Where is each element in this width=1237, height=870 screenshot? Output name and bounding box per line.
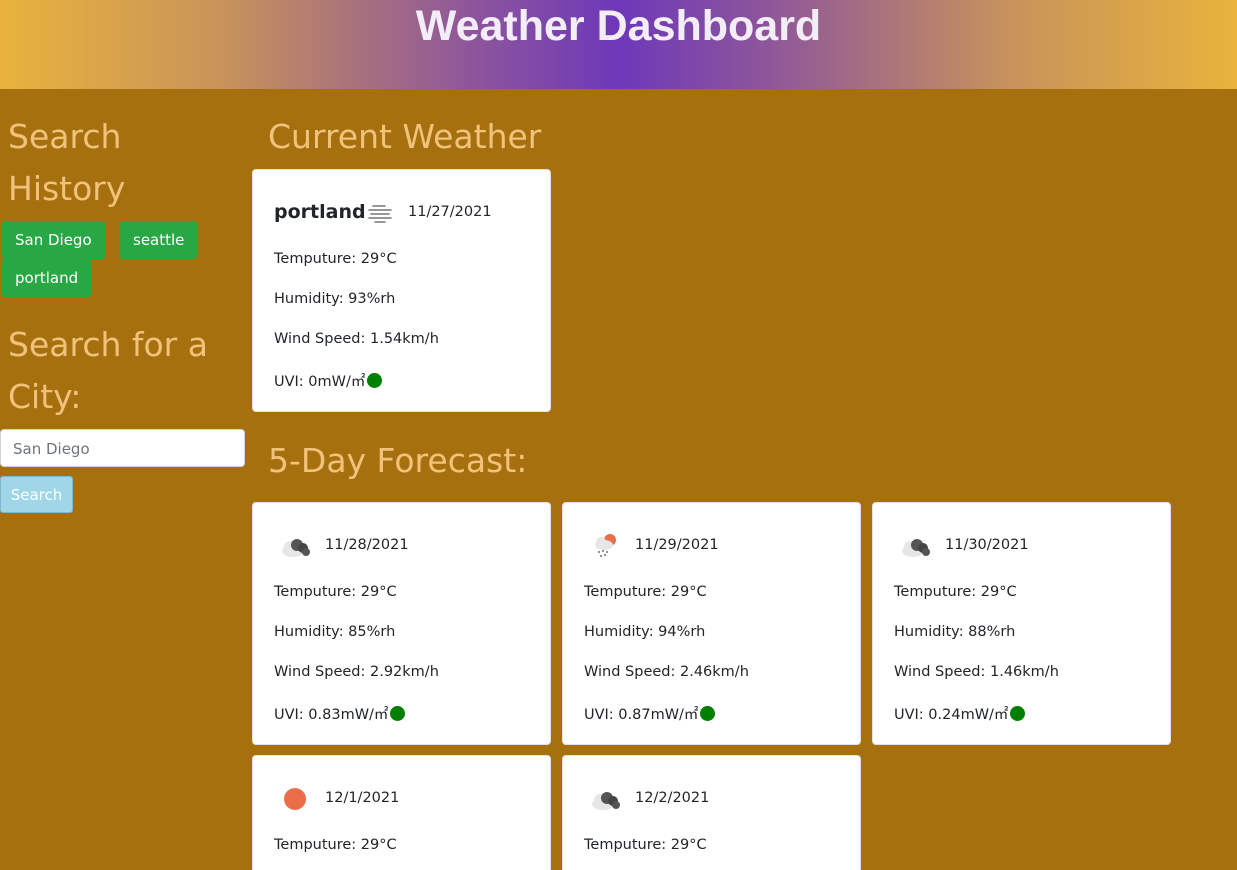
forecast-uvi: UVI: 0.87mW/㎡: [584, 707, 699, 723]
forecast-date: 12/2/2021: [635, 790, 710, 806]
forecast-uvi: UVI: 0.83mW/㎡: [274, 707, 389, 723]
uvi-indicator-dot: [700, 706, 716, 721]
broken-clouds-icon: [902, 539, 930, 557]
search-city-title: Search for a City:: [8, 319, 208, 423]
current-date: 11/27/2021: [408, 204, 492, 220]
search-city-title-line1: Search for a: [8, 325, 208, 364]
uvi-indicator-dot: [367, 373, 383, 388]
broken-clouds-icon: [592, 792, 620, 810]
forecast-date: 11/28/2021: [325, 537, 409, 553]
page-title: Weather Dashboard: [415, 2, 822, 50]
forecast-wind-speed: Wind Speed: 1.46km/h: [894, 664, 1059, 680]
forecast-card: 11/30/2021 Temputure: 29°C Humidity: 88%…: [872, 502, 1171, 745]
current-city-name: portland: [274, 201, 366, 223]
forecast-uvi: UVI: 0.24mW/㎡: [894, 707, 1009, 723]
history-button-seattle[interactable]: seattle: [120, 221, 198, 259]
city-search-input[interactable]: San Diego: [0, 429, 245, 467]
current-weather-title: Current Weather: [268, 117, 542, 156]
header-banner: Weather Dashboard: [0, 0, 1237, 89]
mist-icon: [368, 205, 392, 223]
forecast-card: 12/2/2021 Temputure: 29°C: [562, 755, 861, 870]
forecast-card: 12/1/2021 Temputure: 29°C: [252, 755, 551, 870]
current-wind-speed: Wind Speed: 1.54km/h: [274, 331, 439, 347]
search-city-title-line2: City:: [8, 377, 82, 416]
search-button[interactable]: Search: [0, 476, 73, 513]
current-uvi: UVI: 0mW/㎡: [274, 374, 366, 390]
forecast-humidity: Humidity: 85%rh: [274, 624, 396, 640]
current-uvi-row: UVI: 0mW/㎡: [274, 370, 383, 391]
forecast-date: 12/1/2021: [325, 790, 400, 806]
current-temperature: Temputure: 29°C: [274, 251, 397, 267]
clear-sun-icon: [284, 788, 306, 810]
forecast-wind-speed: Wind Speed: 2.46km/h: [584, 664, 749, 680]
uvi-indicator-dot: [1010, 706, 1026, 721]
rain-sun-icon: [595, 534, 616, 558]
forecast-date: 11/30/2021: [945, 537, 1029, 553]
forecast-temperature: Temputure: 29°C: [274, 837, 397, 853]
forecast-temperature: Temputure: 29°C: [584, 584, 707, 600]
current-humidity: Humidity: 93%rh: [274, 291, 396, 307]
forecast-title: 5-Day Forecast:: [268, 441, 528, 480]
broken-clouds-icon: [282, 539, 310, 557]
forecast-wind-speed: Wind Speed: 2.92km/h: [274, 664, 439, 680]
history-button-portland[interactable]: portland: [2, 259, 92, 297]
forecast-temperature: Temputure: 29°C: [894, 584, 1017, 600]
search-history-title-line2: History: [8, 169, 126, 208]
search-history-title-line1: Search: [8, 117, 122, 156]
forecast-uvi-row: UVI: 0.87mW/㎡: [584, 703, 716, 724]
forecast-card: 11/29/2021 Temputure: 29°C Humidity: 94%…: [562, 502, 861, 745]
forecast-uvi-row: UVI: 0.24mW/㎡: [894, 703, 1026, 724]
uvi-indicator-dot: [390, 706, 406, 721]
forecast-temperature: Temputure: 29°C: [274, 584, 397, 600]
history-button-san-diego[interactable]: San Diego: [2, 221, 105, 259]
current-weather-card: portland 11/27/2021 Temputure: 29°C Humi…: [252, 169, 551, 412]
forecast-uvi-row: UVI: 0.83mW/㎡: [274, 703, 406, 724]
forecast-card: 11/28/2021 Temputure: 29°C Humidity: 85%…: [252, 502, 551, 745]
forecast-temperature: Temputure: 29°C: [584, 837, 707, 853]
forecast-humidity: Humidity: 88%rh: [894, 624, 1016, 640]
forecast-date: 11/29/2021: [635, 537, 719, 553]
search-history-title: Search History: [8, 111, 125, 215]
forecast-humidity: Humidity: 94%rh: [584, 624, 706, 640]
city-search-placeholder: San Diego: [13, 440, 90, 458]
